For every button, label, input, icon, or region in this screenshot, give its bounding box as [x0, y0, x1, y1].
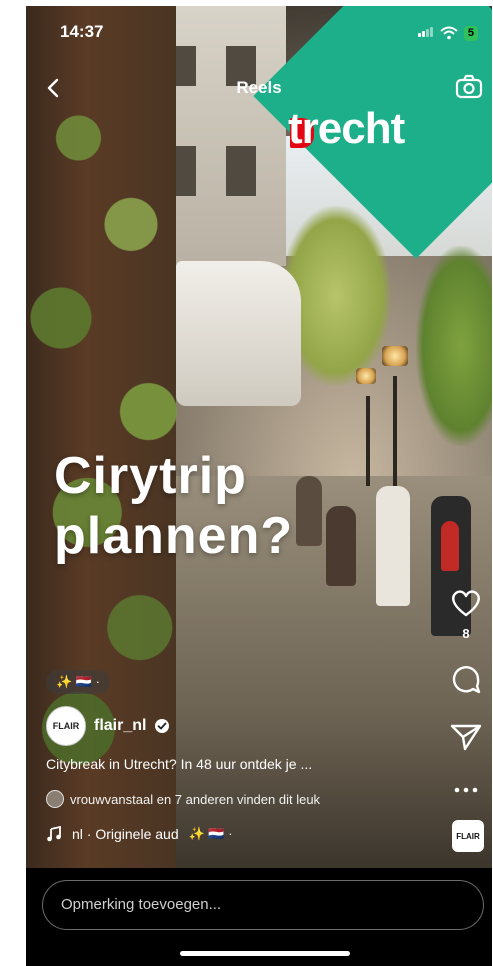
like-count: 8 — [462, 626, 470, 641]
audio-row[interactable]: nl · Originele aud ✨ 🇳🇱 · — [46, 826, 233, 842]
status-indicators: 5 — [417, 24, 478, 42]
emoji-chip[interactable]: ✨ 🇳🇱 · — [46, 670, 110, 694]
audio-thumbnail[interactable]: FLAIR — [452, 820, 484, 852]
wifi-icon — [440, 26, 458, 40]
share-icon[interactable] — [448, 718, 484, 754]
more-icon[interactable] — [448, 772, 484, 808]
avatar[interactable]: FLAIR — [46, 706, 86, 746]
likers-row[interactable]: vrouwvanstaal en 7 anderen vinden dit le… — [46, 790, 320, 808]
battery-icon: 5 — [463, 25, 478, 41]
reel-overlay-title: Cirytrip plannen? — [54, 447, 294, 565]
awning — [176, 261, 301, 406]
camera-icon[interactable] — [454, 72, 484, 102]
home-indicator[interactable] — [180, 951, 350, 956]
status-time: 14:37 — [60, 22, 104, 41]
username[interactable]: flair_nl — [94, 717, 146, 735]
audio-emoji: ✨ 🇳🇱 · — [188, 826, 233, 841]
tree — [416, 246, 492, 446]
music-note-icon — [47, 826, 61, 842]
liker-avatar — [46, 790, 64, 808]
likers-text[interactable]: vrouwvanstaal en 7 anderen vinden dit le… — [70, 792, 320, 807]
comment-icon[interactable] — [448, 662, 484, 698]
utrecht-logo-text: trecht — [288, 104, 405, 153]
signal-icon — [417, 24, 434, 42]
account-row[interactable]: FLAIR flair_nl — [46, 706, 170, 746]
reel-caption[interactable]: Citybreak in Utrecht? In 48 uur ontdek j… — [46, 756, 446, 772]
verified-icon — [155, 719, 170, 733]
reel-screen: trecht 14:37 5 Reels Cirytrip plannen? 8 — [26, 6, 492, 966]
comment-input[interactable]: Opmerking toevoegen... — [42, 880, 484, 930]
audio-label[interactable]: nl · Originele aud — [72, 826, 179, 842]
heart-icon[interactable] — [448, 584, 484, 620]
page-title: Reels — [236, 78, 282, 97]
